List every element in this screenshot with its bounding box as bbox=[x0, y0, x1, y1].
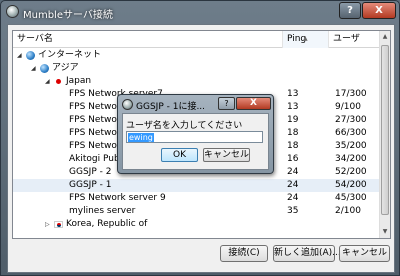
row-ping: 18 bbox=[287, 128, 299, 138]
connect-button[interactable]: 接続(C) bbox=[220, 245, 268, 262]
row-ping: 13 bbox=[287, 102, 299, 112]
dialog-help-button[interactable]: ? bbox=[218, 97, 235, 110]
row-users: 27/300 bbox=[335, 115, 367, 125]
tree-group-row[interactable]: ◢ インターネット bbox=[13, 49, 379, 62]
mumble-logo-icon bbox=[6, 5, 19, 18]
row-ping: 18 bbox=[287, 141, 299, 151]
tree-group-row[interactable]: ▷ Korea, Republic of bbox=[13, 218, 379, 231]
tree-group-row[interactable]: ◢ アジア bbox=[13, 62, 379, 75]
scroll-thumb[interactable] bbox=[381, 45, 389, 215]
server-row[interactable]: mylines server 35 2/100 bbox=[13, 205, 379, 218]
cancel-button[interactable]: キャンセル bbox=[339, 245, 390, 262]
row-ping: 13 bbox=[287, 89, 299, 99]
row-ping: 35 bbox=[287, 206, 299, 216]
row-name: アジア bbox=[52, 63, 79, 73]
column-header-users[interactable]: ユーザ bbox=[329, 31, 380, 48]
row-ping: 19 bbox=[287, 115, 299, 125]
collapse-arrow-icon[interactable]: ◢ bbox=[45, 75, 50, 88]
help-button[interactable]: ? bbox=[339, 2, 361, 19]
japan-flag-icon bbox=[54, 78, 63, 85]
column-header-ping[interactable]: Ping ▲ bbox=[283, 31, 329, 48]
collapse-arrow-icon[interactable]: ◢ bbox=[17, 49, 22, 62]
row-users: 35/200 bbox=[335, 141, 367, 151]
row-name: FPS Network server 9 bbox=[69, 193, 166, 203]
row-ping: 24 bbox=[287, 167, 299, 177]
window-title: Mumbleサーバ接続 bbox=[23, 10, 113, 21]
globe-icon bbox=[26, 51, 35, 60]
row-ping: 24 bbox=[287, 180, 299, 190]
korea-flag-icon bbox=[54, 221, 63, 228]
row-name: Japan bbox=[66, 76, 92, 86]
close-button[interactable]: X bbox=[362, 2, 396, 19]
expand-arrow-icon[interactable]: ▷ bbox=[45, 218, 50, 231]
title-bar[interactable]: Mumbleサーバ接続 ? X bbox=[1, 1, 399, 23]
row-name: GGSJP - 1 bbox=[69, 180, 112, 190]
username-input[interactable]: ewing bbox=[126, 131, 263, 143]
row-users: 17/300 bbox=[335, 89, 367, 99]
row-users: 9/100 bbox=[335, 102, 361, 112]
row-users: 52/200 bbox=[335, 167, 367, 177]
column-header-name[interactable]: サーバ名 bbox=[13, 31, 283, 48]
dialog-title: GGSJP - 1に接... bbox=[136, 102, 206, 112]
list-header: サーバ名 Ping ▲ ユーザ bbox=[13, 31, 390, 48]
ok-button[interactable]: OK bbox=[161, 148, 198, 162]
collapse-arrow-icon[interactable]: ◢ bbox=[31, 62, 36, 75]
row-users: 66/300 bbox=[335, 128, 367, 138]
globe-icon bbox=[40, 64, 49, 73]
row-ping: 24 bbox=[287, 193, 299, 203]
dialog-body: ユーザ名を入力してください ewing OK キャンセル bbox=[122, 113, 269, 170]
row-ping: 16 bbox=[287, 154, 299, 164]
row-users: 34/200 bbox=[335, 154, 367, 164]
add-new-button[interactable]: 新しく追加(A)... bbox=[273, 245, 341, 262]
scroll-up-arrow-icon[interactable]: ▲ bbox=[380, 31, 390, 43]
sort-ascending-icon: ▲ bbox=[303, 35, 308, 42]
dialog-cancel-button[interactable]: キャンセル bbox=[203, 148, 250, 162]
tree-group-row[interactable]: ◢ Japan bbox=[13, 75, 379, 88]
row-name: インターネット bbox=[38, 50, 102, 60]
row-users: 45/300 bbox=[335, 193, 367, 203]
row-name: Korea, Republic of bbox=[66, 219, 148, 229]
vertical-scrollbar[interactable]: ▲ ▼ bbox=[379, 31, 390, 238]
row-users: 2/100 bbox=[335, 206, 361, 216]
dialog-close-button[interactable]: X bbox=[236, 97, 271, 110]
row-users: 54/200 bbox=[335, 180, 367, 190]
username-prompt: ユーザ名を入力してください bbox=[126, 121, 243, 131]
scroll-down-arrow-icon[interactable]: ▼ bbox=[380, 226, 390, 238]
row-name: GGSJP - 2 bbox=[69, 167, 112, 177]
mumble-logo-icon bbox=[122, 99, 133, 110]
row-name: mylines server bbox=[69, 206, 136, 216]
server-row[interactable]: GGSJP - 1 24 54/200 bbox=[13, 179, 379, 192]
username-dialog: GGSJP - 1に接... ? X ユーザ名を入力してください ewing O… bbox=[117, 94, 274, 174]
username-input-value: ewing bbox=[128, 133, 154, 142]
server-row[interactable]: FPS Network server 9 24 45/300 bbox=[13, 192, 379, 205]
